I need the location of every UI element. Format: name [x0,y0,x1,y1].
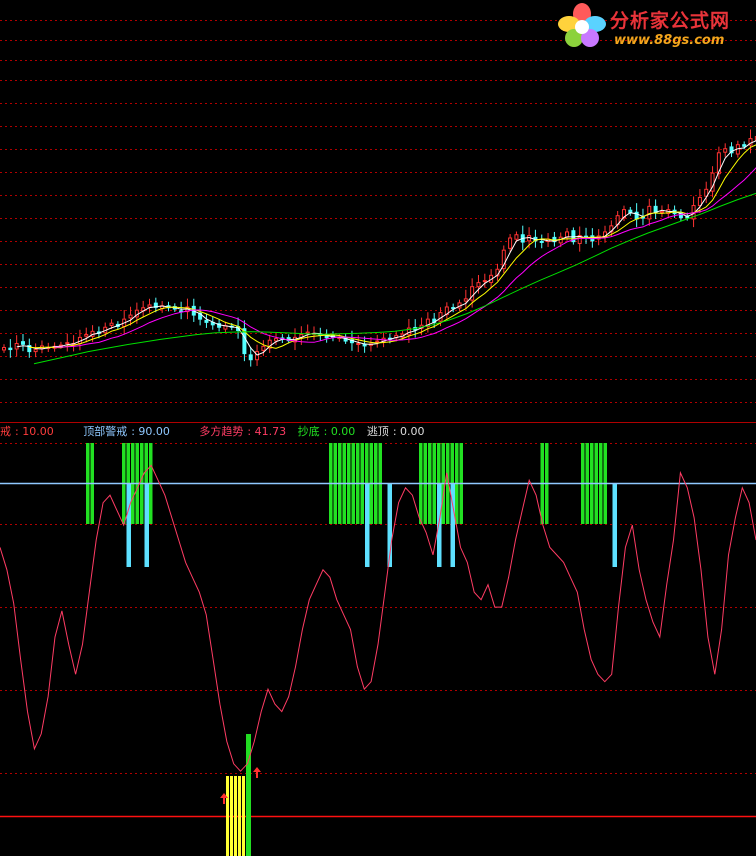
legend-bottom-level: 戒: 10.00 [0,425,54,438]
escape-top-bar [365,483,370,567]
candle-body [508,237,513,249]
escape-top-bar [126,483,131,567]
candle-body [65,342,70,345]
candle-body [109,322,114,326]
bottom-fishing-bar [242,776,245,856]
price-panel [2,129,756,367]
bull-trend-line [0,464,756,772]
bottom-fishing-bar [226,776,229,856]
candle-body [274,338,279,342]
candle-body [255,351,260,361]
site-logo: 分析家公式网 www.88gs.com [556,2,752,52]
legend-escape-top: 逃顶: 0.00 [366,425,425,438]
candle-body [248,354,253,361]
candle-body [305,331,310,334]
candle-body [742,144,747,147]
logo-brand-text: 分析家公式网 [610,10,731,32]
candle-body [565,231,570,238]
candle-body [482,280,487,283]
candle-body [659,211,664,214]
bottom-fishing-strong-bar [246,734,251,856]
escape-top-bar [437,483,442,567]
candle-body [356,342,361,346]
oscillator-panel-grid [0,443,756,774]
candle-body [128,314,133,319]
escape-top-bar [612,483,617,567]
flower-logo-icon [558,3,606,47]
candle-body [463,298,468,302]
legend-bull-trend: 多方趋势: 41.73 [199,425,287,438]
candle-body [539,240,544,243]
bottom-fishing-bar [234,776,237,856]
candle-body [647,205,652,220]
bottom-fishing-bar [238,776,241,856]
logo-url-text: www.88gs.com [614,33,725,48]
candle-body [514,234,519,240]
legend-top-warning: 顶部警戒: 90.00 [83,425,170,438]
ma-long-line [54,167,756,348]
legend-bottom-fishing: 抄底: 0.00 [297,425,356,438]
candle-body [476,282,481,288]
candle-body [84,334,89,337]
escape-top-bar [144,483,149,567]
candle-body [147,304,152,308]
ma-mid-line [29,144,756,349]
oscillator-panel [0,443,756,856]
candle-body [723,148,728,153]
candle-body [2,347,6,351]
indicator-legend: 戒: 10.00 顶部警戒: 90.00 多方趋势: 41.73 抄底: 0.0… [0,423,433,439]
candle-body [8,347,13,351]
candle-body [261,345,266,351]
candle-body [33,349,38,353]
candle-body [20,341,25,345]
candle-body [204,319,209,323]
candle-body [697,196,702,207]
candle-body [375,340,380,343]
buy-arrow-icon [253,767,261,778]
bottom-fishing-bar [230,776,233,856]
